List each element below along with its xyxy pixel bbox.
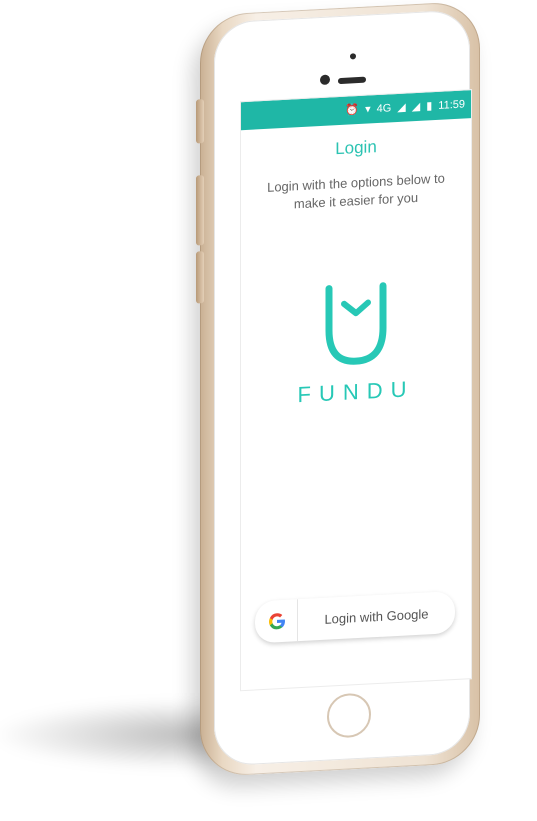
app-screen: ⏰ ▾ 4G ◢ ◢ ▮ 11:59 Login Login with the … (240, 89, 472, 692)
volume-down-button (196, 175, 204, 246)
page-title: Login (335, 137, 377, 159)
login-subtitle: Login with the options below to make it … (267, 170, 445, 211)
app-logo (241, 273, 471, 375)
wifi-icon: ▾ (365, 102, 371, 116)
logo-mark-icon (325, 282, 387, 365)
mute-switch (196, 251, 204, 304)
phone-frame: ⏰ ▾ 4G ◢ ◢ ▮ 11:59 Login Login with the … (196, 0, 480, 778)
signal-icon: ◢ (411, 100, 421, 113)
status-time: 11:59 (438, 97, 465, 112)
battery-icon: ▮ (426, 99, 433, 112)
signal-icon: ◢ (397, 101, 406, 114)
ear-speaker (338, 76, 366, 85)
front-camera (320, 74, 330, 86)
brand-name: FUNDU (297, 376, 415, 408)
device-mockup-stage: ⏰ ▾ 4G ◢ ◢ ▮ 11:59 Login Login with the … (0, 0, 537, 821)
status-bar: ⏰ ▾ 4G ◢ ◢ ▮ 11:59 (241, 90, 471, 131)
phone-front: ⏰ ▾ 4G ◢ ◢ ▮ 11:59 Login Login with the … (214, 9, 472, 767)
network-type-label: 4G (376, 101, 392, 115)
alarm-icon: ⏰ (345, 103, 360, 117)
google-login-label: Login with Google (324, 605, 429, 627)
home-button[interactable] (327, 692, 371, 739)
volume-up-button (196, 99, 204, 144)
proximity-sensor (350, 53, 356, 60)
google-login-button[interactable]: Login with Google (255, 590, 455, 644)
google-icon (263, 607, 291, 636)
